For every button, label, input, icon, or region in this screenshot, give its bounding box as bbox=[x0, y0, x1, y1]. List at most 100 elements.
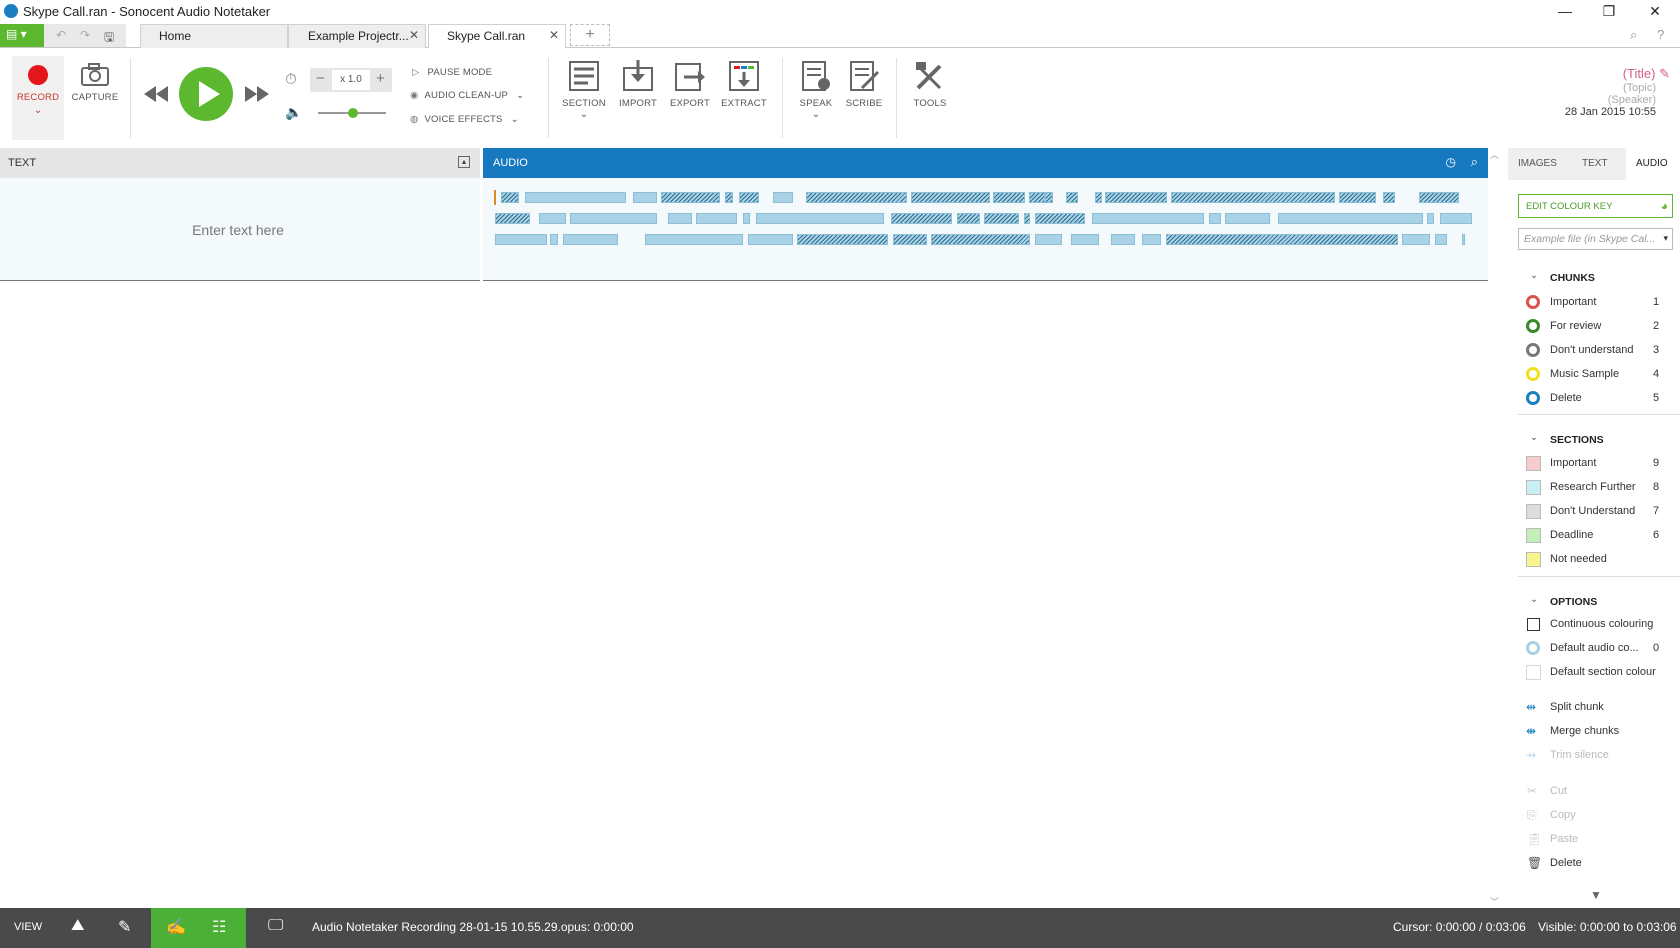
audio-chunk[interactable] bbox=[495, 213, 530, 224]
redo-icon[interactable]: ↷ bbox=[80, 28, 90, 42]
tab-audio[interactable]: AUDIO bbox=[1626, 148, 1680, 180]
audio-chunk[interactable] bbox=[1171, 192, 1335, 203]
clock-icon[interactable]: ◷ bbox=[1446, 155, 1456, 169]
scroll-down-icon[interactable]: ﹀ bbox=[1490, 895, 1499, 908]
audio-chunk[interactable] bbox=[1035, 213, 1085, 224]
tab-home[interactable]: Home bbox=[140, 24, 288, 48]
audio-chunk[interactable] bbox=[1142, 234, 1161, 245]
audio-chunk[interactable] bbox=[931, 234, 1030, 245]
audio-chunk[interactable] bbox=[563, 234, 618, 245]
tab-example-project[interactable]: Example Projectr... ✕ bbox=[288, 24, 426, 48]
audio-chunk[interactable] bbox=[1066, 192, 1078, 203]
options-header[interactable]: OPTIONS bbox=[1550, 596, 1597, 608]
section-button[interactable]: SECTION ⌄ bbox=[560, 60, 608, 120]
audio-chunk[interactable] bbox=[893, 234, 927, 245]
audio-chunk[interactable] bbox=[1402, 234, 1430, 245]
audio-chunk[interactable] bbox=[891, 213, 952, 224]
audio-chunk[interactable] bbox=[743, 213, 750, 224]
colour-key-file-select[interactable]: Example file (in Skype Cal... ▾ bbox=[1518, 228, 1673, 250]
meta-title[interactable]: (Title) ✎ bbox=[1520, 66, 1670, 82]
audio-chunk[interactable] bbox=[661, 192, 720, 203]
audio-chunk[interactable] bbox=[993, 192, 1025, 203]
text-editor[interactable]: Enter text here bbox=[0, 178, 480, 281]
fast-forward-icon[interactable] bbox=[244, 84, 270, 104]
chevron-down-icon[interactable]: ⌄ bbox=[1530, 432, 1538, 443]
audio-chunk[interactable] bbox=[739, 192, 759, 203]
audio-chunk[interactable] bbox=[957, 213, 980, 224]
tab-text[interactable]: TEXT bbox=[1582, 158, 1608, 169]
volume-slider[interactable] bbox=[318, 108, 386, 118]
audio-chunk[interactable] bbox=[1462, 234, 1465, 245]
audio-chunk-area[interactable] bbox=[483, 178, 1488, 281]
chevron-down-icon[interactable]: ⌄ bbox=[1530, 594, 1538, 605]
audio-chunk[interactable] bbox=[633, 192, 657, 203]
audio-chunk[interactable] bbox=[550, 234, 558, 245]
audio-chunk[interactable] bbox=[501, 192, 519, 203]
collapse-panel-icon[interactable]: ▴ bbox=[458, 156, 470, 168]
speed-decrease-button[interactable]: − bbox=[316, 70, 325, 87]
audio-chunk[interactable] bbox=[525, 192, 626, 203]
restore-button[interactable]: ❐ bbox=[1594, 3, 1624, 21]
undo-icon[interactable]: ↶ bbox=[56, 28, 66, 42]
audio-chunk[interactable] bbox=[1440, 213, 1472, 224]
audio-chunk[interactable] bbox=[797, 234, 888, 245]
scribe-button[interactable]: SCRIBE bbox=[840, 60, 888, 109]
audio-chunk[interactable] bbox=[1339, 192, 1376, 203]
speak-button[interactable]: SPEAK ⌄ bbox=[792, 60, 840, 120]
audio-chunk[interactable] bbox=[645, 234, 743, 245]
audio-chunk[interactable] bbox=[1419, 192, 1459, 203]
presentation-mode-button[interactable]: 🖵 bbox=[254, 908, 302, 948]
scroll-more-icon[interactable]: ▼ bbox=[1590, 888, 1602, 902]
rewind-icon[interactable] bbox=[143, 84, 169, 104]
zoom-icon[interactable]: ⌕ bbox=[1471, 154, 1478, 170]
edit-colour-key-button[interactable]: EDIT COLOUR KEY ◕ bbox=[1518, 194, 1673, 218]
speed-increase-button[interactable]: + bbox=[376, 70, 385, 87]
vertical-scrollbar[interactable]: ︿ ﹀ bbox=[1488, 148, 1502, 908]
audio-chunk[interactable] bbox=[1105, 192, 1167, 203]
audio-chunk[interactable] bbox=[806, 192, 907, 203]
record-button[interactable]: RECORD ⌄ bbox=[12, 56, 64, 140]
audio-chunk[interactable] bbox=[570, 213, 657, 224]
audio-chunk[interactable] bbox=[1095, 192, 1102, 203]
help-icon[interactable]: ? bbox=[1657, 27, 1664, 42]
audio-chunk[interactable] bbox=[495, 234, 547, 245]
capture-button[interactable]: CAPTURE bbox=[70, 62, 120, 103]
audio-chunk[interactable] bbox=[668, 213, 692, 224]
volume-slider-handle[interactable] bbox=[348, 108, 358, 118]
view-text-button[interactable]: ✍ bbox=[151, 908, 199, 948]
audio-chunk[interactable] bbox=[1111, 234, 1135, 245]
audio-chunk[interactable] bbox=[773, 192, 793, 203]
meta-speaker[interactable]: (Speaker) bbox=[1520, 94, 1656, 106]
audio-chunk[interactable] bbox=[756, 213, 884, 224]
tools-button[interactable]: TOOLS bbox=[906, 60, 954, 109]
audio-chunk[interactable] bbox=[1045, 192, 1053, 203]
audio-cleanup-button[interactable]: ◉ AUDIO CLEAN-UP ⌄ bbox=[410, 90, 524, 101]
view-slides-button[interactable]: ✎ bbox=[104, 908, 152, 948]
checkbox[interactable] bbox=[1527, 618, 1540, 631]
audio-chunk[interactable] bbox=[1435, 234, 1447, 245]
audio-chunk[interactable] bbox=[539, 213, 566, 224]
audio-chunk[interactable] bbox=[1024, 213, 1030, 224]
chunks-header[interactable]: CHUNKS bbox=[1550, 272, 1595, 284]
scroll-up-icon[interactable]: ︿ bbox=[1490, 148, 1499, 161]
export-button[interactable]: EXPORT bbox=[666, 60, 714, 109]
view-images-button[interactable]: ⛰ bbox=[57, 908, 105, 948]
tab-images[interactable]: IMAGES bbox=[1518, 158, 1557, 169]
play-button[interactable] bbox=[178, 66, 234, 122]
audio-chunk[interactable] bbox=[696, 213, 737, 224]
extract-button[interactable]: EXTRACT bbox=[720, 60, 768, 109]
close-button[interactable]: ✕ bbox=[1640, 3, 1670, 21]
tab-skype-call[interactable]: Skype Call.ran ✕ bbox=[428, 24, 566, 48]
speed-value[interactable]: x 1.0 bbox=[332, 70, 370, 90]
pause-mode-button[interactable]: ▷ PAUSE MODE bbox=[412, 67, 492, 78]
view-audio-button[interactable]: ☷ bbox=[198, 908, 246, 948]
save-icon[interactable]: 🖫 bbox=[104, 28, 114, 49]
audio-chunk[interactable] bbox=[1029, 192, 1045, 203]
close-tab-icon[interactable]: ✕ bbox=[549, 28, 559, 42]
chevron-down-icon[interactable]: ⌄ bbox=[1530, 270, 1538, 281]
audio-chunk[interactable] bbox=[1278, 213, 1423, 224]
meta-topic[interactable]: (Topic) bbox=[1520, 82, 1656, 94]
minimize-button[interactable]: — bbox=[1550, 3, 1580, 21]
audio-chunk[interactable] bbox=[1166, 234, 1398, 245]
close-tab-icon[interactable]: ✕ bbox=[409, 28, 419, 42]
